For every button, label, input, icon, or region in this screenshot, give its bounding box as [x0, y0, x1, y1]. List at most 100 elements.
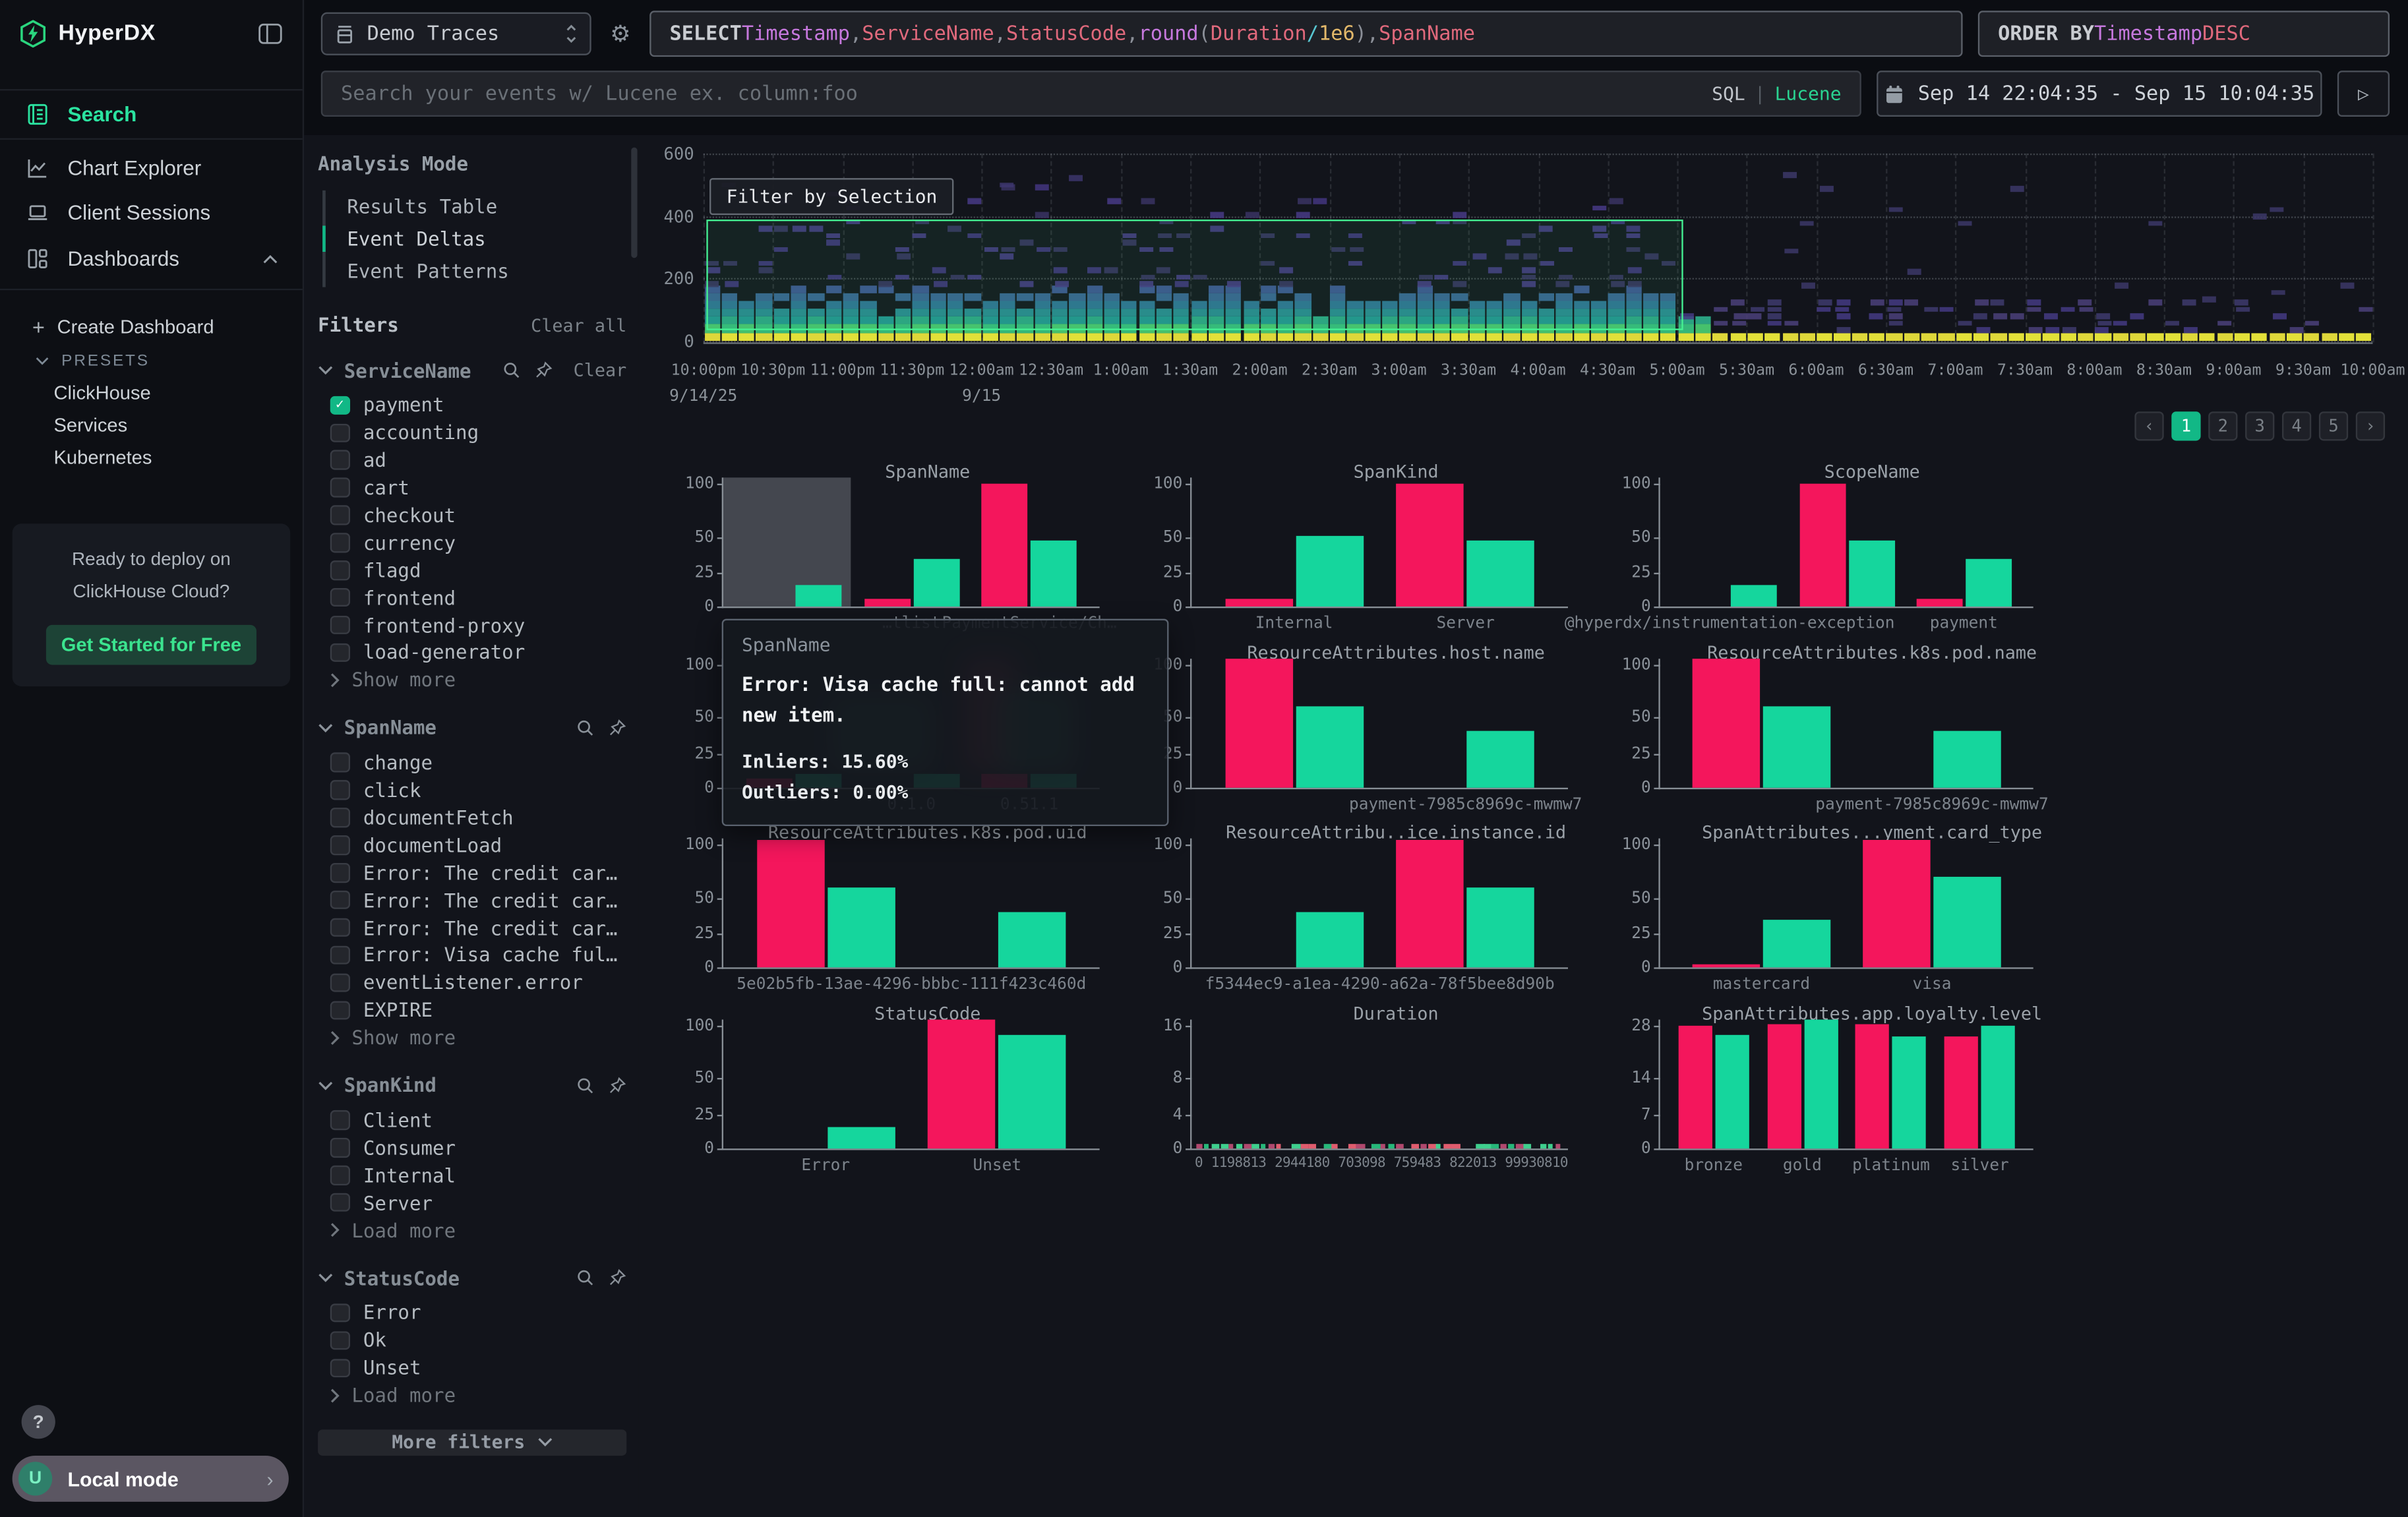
chart-plot[interactable]: InternalServer [1190, 484, 1568, 609]
gear-icon[interactable]: ⚙ [607, 20, 634, 47]
group-search-icon-wrap[interactable] [576, 719, 594, 737]
inliers-bar[interactable] [1892, 1036, 1926, 1148]
filter-option-row[interactable]: frontend-proxy [318, 611, 626, 639]
inliers-bar[interactable] [1933, 876, 2001, 967]
inliers-bar[interactable] [795, 585, 841, 607]
checkbox[interactable] [330, 891, 349, 910]
filter-option-row[interactable]: EXPIRE [318, 996, 626, 1024]
get-started-button[interactable]: Get Started for Free [46, 625, 256, 665]
chart-plot[interactable]: mastercardvisa [1658, 845, 2033, 969]
clear-all-filters-link[interactable]: Clear all [531, 314, 626, 336]
filter-option-row[interactable]: Error: The credit card (… [318, 886, 626, 914]
filter-option-row[interactable]: load-generator [318, 639, 626, 667]
inliers-bar[interactable] [1804, 1019, 1838, 1148]
checkbox[interactable] [330, 451, 349, 470]
checkbox[interactable] [330, 533, 349, 552]
outliers-bar[interactable] [1225, 659, 1292, 787]
pagination-prev[interactable]: ‹ [2134, 411, 2163, 440]
inliers-bar[interactable] [1296, 536, 1363, 607]
filter-option-row[interactable]: Unset [318, 1354, 626, 1382]
local-mode-button[interactable]: U Local mode › [13, 1456, 289, 1502]
inliers-bar[interactable] [1731, 585, 1777, 607]
checkbox[interactable] [330, 423, 349, 442]
outliers-bar[interactable] [1799, 484, 1846, 607]
pagination-page-3[interactable]: 3 [2245, 411, 2274, 440]
filter-option-row[interactable]: Error: The credit card (… [318, 859, 626, 887]
checkbox[interactable] [330, 506, 349, 525]
group-load-more-link[interactable]: Load more [318, 1216, 626, 1244]
filter-option-row[interactable]: eventListener.error [318, 968, 626, 996]
run-query-button[interactable]: ▷ [2337, 71, 2390, 117]
group-pin-icon-wrap[interactable] [608, 1268, 626, 1287]
group-search-icon-wrap[interactable] [576, 1076, 594, 1094]
outliers-bar[interactable] [1397, 484, 1464, 607]
inliers-bar[interactable] [1763, 919, 1830, 967]
pin-icon[interactable] [608, 1268, 626, 1287]
checkbox[interactable] [330, 588, 349, 607]
outliers-bar[interactable] [756, 839, 824, 967]
panel-scrollbar[interactable] [631, 148, 637, 258]
inliers-bar[interactable] [1467, 887, 1534, 968]
chevron-down-icon[interactable] [318, 723, 333, 732]
pagination-next[interactable]: › [2356, 411, 2385, 440]
search-input[interactable]: Search your events w/ Lucene ex. column:… [321, 71, 1861, 117]
inliers-bar[interactable] [1981, 1025, 2015, 1148]
source-select[interactable]: Demo Traces [321, 13, 591, 55]
pin-icon[interactable] [608, 719, 626, 737]
group-pin-icon-wrap[interactable] [535, 361, 553, 379]
inliers-bar[interactable] [1296, 707, 1363, 787]
checkbox[interactable] [330, 1193, 349, 1212]
checkbox[interactable] [330, 808, 349, 827]
checkbox[interactable] [330, 753, 349, 772]
filter-by-selection-button[interactable]: Filter by Selection [709, 178, 954, 215]
chevron-down-icon[interactable] [318, 365, 333, 374]
filter-option-row[interactable]: Consumer [318, 1134, 626, 1162]
checkbox[interactable] [330, 643, 349, 662]
filter-option-row[interactable]: Error: Visa cache full: … [318, 941, 626, 969]
chart-plot[interactable]: …tlistPaymentService/Ch… [722, 484, 1100, 609]
inliers-bar[interactable] [999, 912, 1066, 967]
search-icon[interactable] [576, 719, 594, 737]
checkbox[interactable] [330, 863, 349, 882]
filter-option-row[interactable]: documentFetch [318, 804, 626, 831]
filter-option-row[interactable]: change [318, 749, 626, 777]
preset-link-clickhouse[interactable]: ClickHouse [0, 376, 303, 409]
heatmap-selection[interactable] [706, 220, 1683, 330]
search-icon[interactable] [576, 1268, 594, 1287]
checkbox[interactable] [330, 1358, 349, 1377]
group-search-icon-wrap[interactable] [576, 1268, 594, 1287]
inliers-bar[interactable] [1848, 540, 1894, 607]
checkbox[interactable] [330, 945, 349, 965]
inliers-bar[interactable] [1467, 540, 1534, 607]
chart-plot[interactable]: @hyperdx/instrumentation-exceptionpaymen… [1658, 484, 2033, 609]
search-icon[interactable] [576, 1076, 594, 1094]
checkbox[interactable] [330, 1303, 349, 1323]
inliers-bar[interactable] [1933, 732, 2001, 787]
outliers-bar[interactable] [864, 599, 910, 607]
heatmap-plot[interactable] [704, 154, 2373, 342]
checkbox[interactable]: ✓ [330, 396, 349, 415]
filter-option-row[interactable]: documentLoad [318, 831, 626, 859]
chart-plot[interactable]: payment-7985c8969c-mwmw7 [1190, 664, 1568, 788]
filter-option-row[interactable]: currency [318, 529, 626, 556]
pin-icon[interactable] [608, 1076, 626, 1094]
chart-plot[interactable]: f5344ec9-a1ea-4290-a62a-78f5bee8d90b [1190, 845, 1568, 969]
checkbox[interactable] [330, 1111, 349, 1130]
inliers-bar[interactable] [828, 1127, 895, 1148]
filter-option-row[interactable]: Server [318, 1189, 626, 1216]
group-collapse-toggle[interactable] [318, 1081, 333, 1090]
checkbox[interactable] [330, 1330, 349, 1350]
search-icon[interactable] [502, 361, 521, 379]
checkbox[interactable] [330, 478, 349, 497]
order-by-input[interactable]: ORDER BY Timestamp DESC [1978, 11, 2390, 57]
outliers-bar[interactable] [1693, 965, 1760, 967]
group-collapse-toggle[interactable] [318, 723, 333, 732]
filter-option-row[interactable]: flagd [318, 556, 626, 584]
inliers-bar[interactable] [1296, 912, 1363, 967]
inliers-bar[interactable] [1467, 732, 1534, 787]
filter-option-row[interactable]: ✓payment [318, 392, 626, 419]
group-show-more-link[interactable]: Show more [318, 667, 626, 694]
checkbox[interactable] [330, 918, 349, 937]
inliers-bar[interactable] [999, 1036, 1066, 1148]
filter-option-row[interactable]: Client [318, 1106, 626, 1134]
